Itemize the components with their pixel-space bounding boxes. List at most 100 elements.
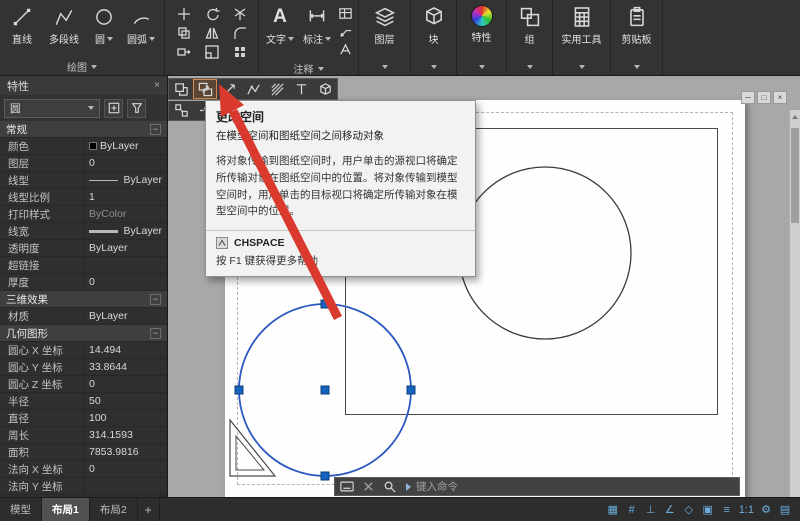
recent-commands-button[interactable] — [381, 479, 397, 494]
property-row-radius[interactable]: 半径 50 — [0, 393, 167, 410]
property-row-center-z[interactable]: 圆心 Z 坐标 0 — [0, 376, 167, 393]
property-row-linetype-scale[interactable]: 线型比例 1 — [0, 189, 167, 206]
workspace-switching-icon[interactable]: ⚙ — [757, 500, 775, 520]
property-row-center-x[interactable]: 圆心 X 坐标 14.494 — [0, 342, 167, 359]
customize-command-button[interactable] — [339, 479, 355, 494]
polyline-button[interactable]: 多段线 — [41, 2, 87, 58]
property-value[interactable] — [84, 478, 167, 494]
group-panel-collapse[interactable] — [507, 58, 552, 75]
layers-button[interactable]: 图层 — [371, 2, 399, 58]
grip-top[interactable] — [320, 299, 330, 309]
property-value[interactable]: 1 — [84, 189, 167, 205]
array-button[interactable] — [226, 43, 253, 61]
property-value[interactable]: 0 — [84, 376, 167, 392]
isodraft-icon[interactable]: ◇ — [680, 500, 698, 520]
text-button[interactable]: A 文字 — [262, 2, 298, 61]
grip-bottom[interactable] — [320, 471, 330, 481]
grip-center[interactable] — [320, 385, 330, 395]
vertical-scrollbar[interactable] — [789, 110, 800, 497]
grid-display-icon[interactable]: # — [623, 500, 641, 520]
collapse-icon[interactable]: − — [150, 293, 161, 305]
property-row-color[interactable]: 颜色 ByLayer — [0, 138, 167, 155]
command-line[interactable]: 键入命令 — [334, 477, 740, 496]
object-type-select[interactable]: 圆 — [4, 98, 100, 118]
properties-button[interactable]: 特性 — [469, 2, 495, 58]
section-header-3d[interactable]: 三维效果 − — [0, 291, 167, 308]
property-row-circumference[interactable]: 周长 314.1593 — [0, 427, 167, 444]
property-value[interactable]: 0 — [84, 274, 167, 290]
property-value[interactable]: 314.1593 — [84, 427, 167, 443]
clipboard-button[interactable]: 剪贴板 — [620, 2, 654, 58]
close-icon[interactable]: × — [773, 91, 787, 104]
property-row-transparency[interactable]: 透明度 ByLayer — [0, 240, 167, 257]
command-input[interactable]: 键入命令 — [416, 479, 458, 494]
scrollbar-thumb[interactable] — [791, 128, 799, 223]
section-header-geometry[interactable]: 几何图形 − — [0, 325, 167, 342]
drafting-triangle[interactable] — [229, 418, 277, 477]
layers-panel-collapse[interactable] — [359, 58, 410, 75]
clipboard-panel-collapse[interactable] — [611, 58, 662, 75]
fillet-button[interactable] — [226, 24, 253, 42]
draw-order-button[interactable] — [217, 79, 241, 99]
tab-layout2[interactable]: 布局2 — [90, 498, 138, 521]
toggle-pickadd-button[interactable] — [104, 98, 123, 118]
property-value[interactable] — [84, 257, 167, 273]
property-row-area[interactable]: 面积 7853.9816 — [0, 444, 167, 461]
property-row-plotstyle[interactable]: 打印样式 ByColor — [0, 206, 167, 223]
palette-close-icon[interactable]: × — [154, 80, 160, 91]
quick-select-button[interactable] — [127, 98, 146, 118]
close-command-icon[interactable] — [360, 479, 376, 494]
annotate-panel-title[interactable]: 注释 — [259, 61, 358, 76]
property-row-layer[interactable]: 图层 0 — [0, 155, 167, 172]
utilities-panel-collapse[interactable] — [553, 58, 610, 75]
scroll-up-icon[interactable] — [791, 112, 799, 122]
property-value[interactable]: 7853.9816 — [84, 444, 167, 460]
property-value[interactable]: ByLayer — [84, 240, 167, 256]
table-button[interactable] — [338, 6, 353, 21]
text-style-button[interactable] — [338, 42, 353, 57]
property-row-normal-y[interactable]: 法向 Y 坐标 — [0, 478, 167, 495]
polar-tracking-icon[interactable]: ∠ — [661, 500, 679, 520]
property-value[interactable]: 14.494 — [84, 342, 167, 358]
property-value[interactable]: 50 — [84, 393, 167, 409]
block-button[interactable]: 块 — [420, 2, 448, 58]
tab-model[interactable]: 模型 — [0, 498, 42, 521]
palette-titlebar[interactable]: 特性 × — [0, 76, 167, 95]
move-button[interactable] — [170, 5, 197, 23]
customize-icon[interactable]: ▤ — [776, 500, 794, 520]
line-button[interactable]: 直线 — [3, 2, 41, 58]
grip-right[interactable] — [406, 385, 416, 395]
property-row-material[interactable]: 材质 ByLayer — [0, 308, 167, 325]
property-value[interactable]: 33.8644 — [84, 359, 167, 375]
property-row-lineweight[interactable]: 线宽 ByLayer — [0, 223, 167, 240]
lineweight-display-icon[interactable]: ≡ — [718, 500, 736, 520]
property-row-linetype[interactable]: 线型 ByLayer — [0, 172, 167, 189]
edit-block-button[interactable] — [313, 79, 337, 99]
match-properties-button[interactable] — [169, 79, 193, 99]
minimize-icon[interactable]: ─ — [741, 91, 755, 104]
draw-panel-title[interactable]: 绘图 — [0, 58, 164, 75]
viewport-circle[interactable] — [458, 166, 632, 340]
property-value[interactable]: 0 — [84, 461, 167, 477]
grip-left[interactable] — [234, 385, 244, 395]
property-row-diameter[interactable]: 直径 100 — [0, 410, 167, 427]
edit-text-button[interactable] — [289, 79, 313, 99]
tab-layout1[interactable]: 布局1 — [42, 498, 90, 521]
restore-icon[interactable]: □ — [757, 91, 771, 104]
property-value[interactable]: ByLayer — [84, 172, 167, 188]
annotation-scale-icon[interactable]: 1:1 — [737, 500, 756, 520]
property-row-hyperlink[interactable]: 超链接 — [0, 257, 167, 274]
arc-button[interactable]: 圆弧 — [121, 2, 161, 58]
property-value[interactable]: ByLayer — [84, 138, 167, 154]
block-panel-collapse[interactable] — [411, 58, 456, 75]
utilities-button[interactable]: 实用工具 — [560, 2, 604, 58]
property-value[interactable]: ByLayer — [84, 223, 167, 239]
property-row-thickness[interactable]: 厚度 0 — [0, 274, 167, 291]
rotate-button[interactable] — [198, 5, 225, 23]
property-value[interactable]: ByLayer — [84, 308, 167, 324]
stretch-button[interactable] — [170, 43, 197, 61]
property-value[interactable]: 0 — [84, 155, 167, 171]
scale-button[interactable] — [198, 43, 225, 61]
properties-panel-collapse[interactable] — [457, 58, 506, 75]
edit-polyline-button[interactable] — [241, 79, 265, 99]
